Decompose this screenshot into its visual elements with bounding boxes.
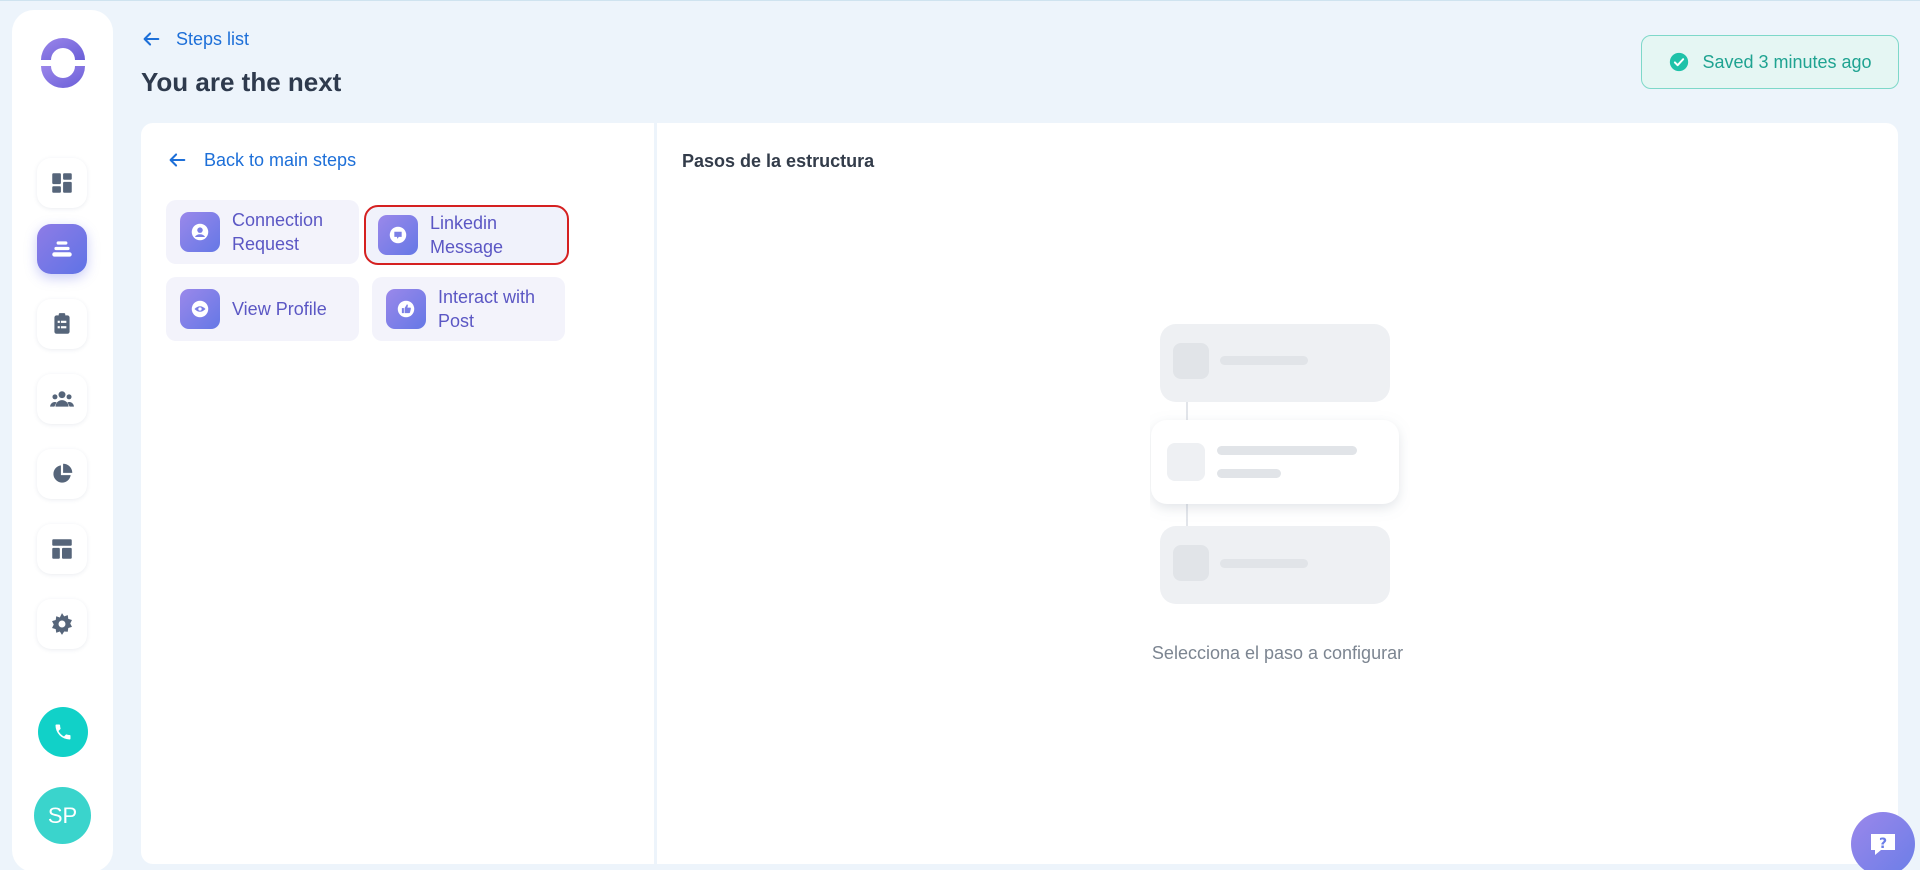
stack-icon (52, 241, 72, 257)
step-linkedin-message[interactable]: Linkedin Message (364, 205, 569, 265)
structure-panel: Pasos de la estructura Selecciona el pas… (657, 123, 1898, 864)
saved-status-text: Saved 3 minutes ago (1702, 51, 1872, 72)
nav-contacts[interactable] (37, 374, 87, 424)
step-label: Interact with Post (438, 287, 536, 331)
step-label: View Profile (232, 299, 327, 319)
step-interact-with-post[interactable]: Interact with Post (372, 277, 565, 341)
user-avatar[interactable]: SP (34, 787, 91, 844)
arrow-left-icon (143, 32, 160, 46)
step-label: Linkedin Message (430, 213, 504, 257)
call-button[interactable] (38, 707, 88, 757)
phone-icon (55, 724, 71, 740)
pie-chart-icon (53, 463, 73, 483)
chat-icon (378, 215, 418, 255)
nav-tasks[interactable] (37, 299, 87, 349)
empty-state-message: Selecciona el paso a configurar (1151, 643, 1404, 663)
app-logo[interactable] (36, 36, 90, 90)
clipboard-icon (54, 313, 70, 334)
back-to-main-steps-link[interactable]: Back to main steps (166, 149, 356, 171)
eye-icon (180, 289, 220, 329)
back-to-main-steps-label: Back to main steps (204, 149, 357, 170)
saved-status-badge: Saved 3 minutes ago (1641, 35, 1899, 89)
step-label: Connection Request (232, 210, 324, 254)
check-circle-icon (1670, 52, 1689, 72)
step-connection-request[interactable]: Connection Request (166, 200, 359, 264)
svg-text:?: ? (1879, 836, 1887, 852)
users-icon (50, 391, 74, 407)
page-title: You are the next (141, 67, 342, 97)
help-bubble-icon: ? (1871, 834, 1895, 855)
thumbs-up-icon (386, 289, 426, 329)
back-to-steps-list-link[interactable]: Steps list (140, 28, 249, 50)
nav-sequences[interactable] (37, 224, 87, 274)
panel-title: Pasos de la estructura (682, 151, 875, 171)
layout-icon (52, 539, 72, 559)
nav-dashboard[interactable] (37, 158, 87, 208)
step-view-profile[interactable]: View Profile (166, 277, 359, 341)
steps-panel: Back to main steps Connection Request Li… (141, 123, 654, 864)
sidebar: SP (12, 10, 113, 870)
user-icon (180, 212, 220, 252)
dashboard-icon (52, 173, 72, 193)
nav-templates[interactable] (37, 524, 87, 574)
empty-state-illustration (1151, 324, 1399, 604)
gear-icon (52, 613, 72, 635)
nav-reports[interactable] (37, 449, 87, 499)
nav-settings[interactable] (37, 599, 87, 649)
help-chat-button[interactable]: ? (1851, 812, 1915, 870)
back-to-steps-list-label: Steps list (176, 28, 250, 49)
arrow-left-icon (169, 153, 186, 167)
